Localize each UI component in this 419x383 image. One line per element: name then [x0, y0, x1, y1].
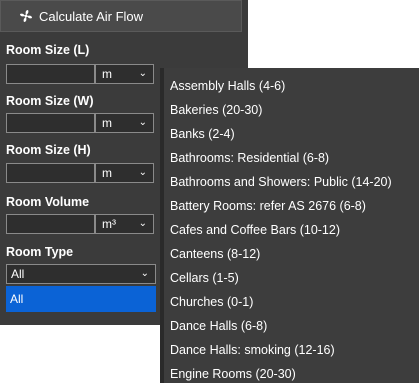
- dropdown-option[interactable]: Dance Halls: smoking (12-16): [164, 338, 419, 362]
- dropdown-option[interactable]: Bathrooms and Showers: Public (14-20): [164, 170, 419, 194]
- room-size-l-unit-value: m: [102, 67, 112, 81]
- room-size-h-unit-value: m: [102, 166, 112, 180]
- room-size-h-unit-select[interactable]: m ⌄: [95, 163, 154, 183]
- room-volume-label: Room Volume: [6, 195, 90, 209]
- room-type-label: Room Type: [6, 245, 74, 259]
- room-type-select[interactable]: All ⌄: [6, 264, 156, 284]
- dropdown-option[interactable]: Churches (0-1): [164, 290, 419, 314]
- chevron-down-icon: ⌄: [138, 117, 147, 128]
- room-volume-unit-value: m³: [102, 217, 116, 231]
- room-volume-unit-select[interactable]: m³ ⌄: [95, 214, 154, 234]
- room-size-w-unit-value: m: [102, 116, 112, 130]
- room-size-l-label: Room Size (L): [6, 43, 90, 57]
- dropdown-option[interactable]: Bathrooms: Residential (6-8): [164, 146, 419, 170]
- dropdown-option[interactable]: Assembly Halls (4-6): [164, 74, 419, 98]
- room-type-option-all[interactable]: All: [6, 286, 156, 312]
- room-size-h-label: Room Size (H): [6, 143, 91, 157]
- calculate-air-flow-label: Calculate Air Flow: [39, 8, 144, 24]
- dropdown-option[interactable]: Battery Rooms: refer AS 2676 (6-8): [164, 194, 419, 218]
- dropdown-option[interactable]: Canteens (8-12): [164, 242, 419, 266]
- calculate-air-flow-button[interactable]: Calculate Air Flow: [0, 0, 242, 32]
- fan-icon: [20, 10, 32, 22]
- room-size-l-input[interactable]: [6, 64, 95, 84]
- room-volume-input[interactable]: [6, 214, 95, 234]
- room-size-h-input[interactable]: [6, 163, 95, 183]
- dropdown-option[interactable]: Engine Rooms (20-30): [164, 362, 419, 383]
- dropdown-option[interactable]: Banks (2-4): [164, 122, 419, 146]
- dropdown-option[interactable]: Bakeries (20-30): [164, 98, 419, 122]
- room-size-w-input[interactable]: [6, 113, 95, 133]
- chevron-down-icon: ⌄: [140, 268, 149, 279]
- chevron-down-icon: ⌄: [138, 218, 147, 229]
- chevron-down-icon: ⌄: [138, 68, 147, 79]
- room-type-selected-value: All: [11, 267, 25, 281]
- dropdown-option[interactable]: Cellars (1-5): [164, 266, 419, 290]
- dropdown-option[interactable]: Cafes and Coffee Bars (10-12): [164, 218, 419, 242]
- dropdown-option[interactable]: Dance Halls (6-8): [164, 314, 419, 338]
- room-size-w-label: Room Size (W): [6, 94, 94, 108]
- room-size-w-unit-select[interactable]: m ⌄: [95, 113, 154, 133]
- chevron-down-icon: ⌄: [138, 167, 147, 178]
- room-size-l-unit-select[interactable]: m ⌄: [95, 64, 154, 84]
- room-type-dropdown-list[interactable]: Assembly Halls (4-6) Bakeries (20-30) Ba…: [160, 68, 419, 383]
